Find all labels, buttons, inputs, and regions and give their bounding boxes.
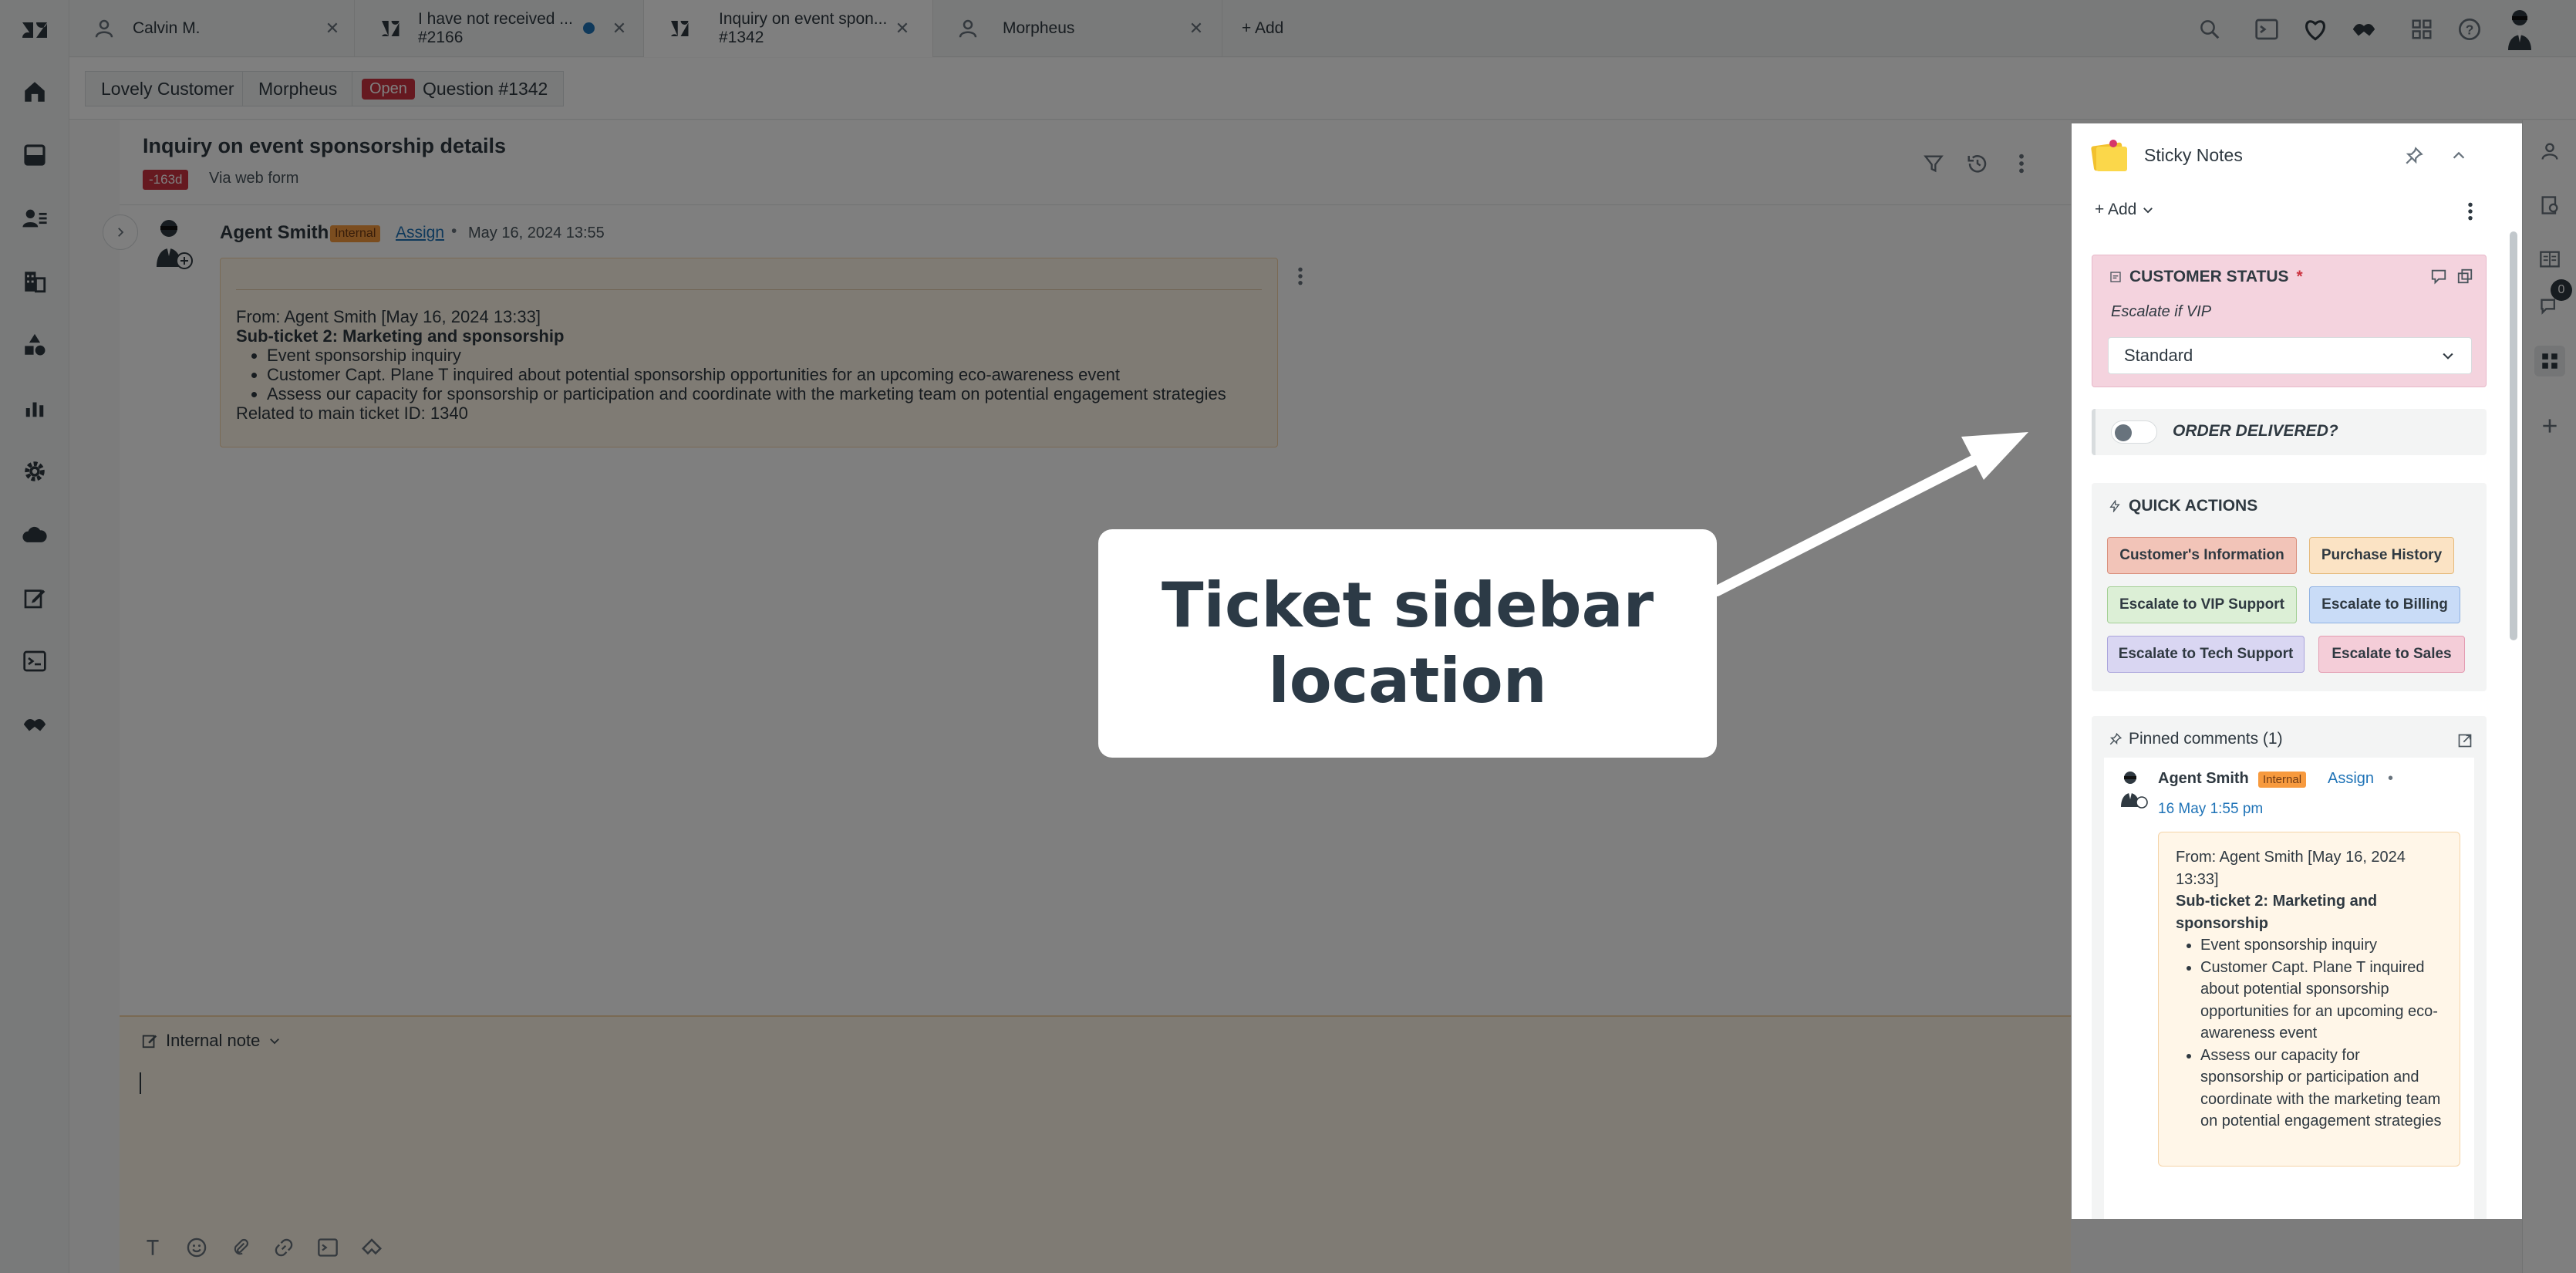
quick-actions-heading: QUICK ACTIONS (2109, 497, 2257, 515)
customer-status-select[interactable]: Standard (2108, 337, 2472, 374)
pinned-comment: Agent Smith Internal Assign • 16 May 1:5… (2104, 758, 2474, 1219)
escalate-billing-button[interactable]: Escalate to Billing (2309, 586, 2460, 623)
callout-text: Ticket sidebar location (1161, 569, 1654, 717)
comment-icon[interactable] (2430, 268, 2447, 285)
order-delivered-toggle[interactable] (2111, 420, 2157, 444)
list-item: Event sponsorship inquiry (2200, 934, 2443, 957)
list-item: Customer Capt. Plane T inquired about po… (2200, 957, 2443, 1045)
chevron-down-icon (2143, 208, 2153, 214)
escalate-sales-button[interactable]: Escalate to Sales (2318, 636, 2465, 673)
more-options-icon[interactable] (2459, 198, 2482, 225)
add-note-button[interactable]: + Add (2095, 201, 2155, 219)
order-delivered-card: ORDER DELIVERED? (2092, 409, 2487, 455)
separator: • (2388, 770, 2394, 787)
bolt-icon (2109, 500, 2120, 512)
open-external-icon[interactable] (2454, 730, 2476, 751)
comment-author[interactable]: Agent Smith (2158, 770, 2249, 788)
comment-subject: Sub-ticket 2: Marketing and sponsorship (2176, 893, 2378, 932)
internal-badge: Internal (2258, 772, 2307, 788)
pinned-comment-body: From: Agent Smith [May 16, 2024 13:33] S… (2158, 832, 2460, 1167)
copy-icon[interactable] (2456, 268, 2473, 285)
pin-icon (2109, 732, 2123, 745)
pin-icon[interactable] (2400, 142, 2428, 170)
chevron-down-icon (2443, 353, 2453, 360)
customer-status-card: CUSTOMER STATUS * Escalate if VIP Standa… (2092, 255, 2487, 387)
quick-actions-card: QUICK ACTIONS Customer's Information Pur… (2092, 483, 2487, 691)
toggle-knob (2115, 424, 2132, 441)
purchase-history-button[interactable]: Purchase History (2309, 537, 2454, 574)
list-item: Assess our capacity for sponsorship or p… (2200, 1045, 2443, 1133)
customer-status-hint: Escalate if VIP (2111, 303, 2212, 320)
escalate-tech-support-button[interactable]: Escalate to Tech Support (2107, 636, 2305, 673)
app-title: Sticky Notes (2144, 145, 2243, 165)
scrollbar[interactable] (2510, 231, 2517, 640)
comment-timestamp[interactable]: 16 May 1:55 pm (2158, 801, 2263, 818)
card-tools (2430, 268, 2473, 285)
pinned-comments-heading: Pinned comments (1) (2109, 730, 2283, 748)
customers-information-button[interactable]: Customer's Information (2107, 537, 2297, 574)
selected-value: Standard (2124, 346, 2193, 365)
collapse-chevron-up-icon[interactable] (2445, 142, 2473, 170)
comment-from-line: From: Agent Smith [May 16, 2024 13:33] (2176, 849, 2406, 888)
assign-link[interactable]: Assign (2328, 770, 2374, 788)
escalate-vip-button[interactable]: Escalate to VIP Support (2107, 586, 2297, 623)
comment-bullet-list: Event sponsorship inquiry Customer Capt.… (2200, 934, 2443, 1133)
sticky-notes-logo (2090, 137, 2129, 173)
note-icon (2110, 272, 2121, 282)
customer-status-heading: CUSTOMER STATUS * (2109, 268, 2303, 286)
pinned-comments-card: Pinned comments (1) Agent Smith Internal… (2092, 716, 2487, 1219)
callout-box: Ticket sidebar location (1098, 529, 1717, 758)
avatar (2116, 768, 2149, 810)
sticky-notes-app: Sticky Notes + Add CUSTOMER STATUS * Esc… (2072, 123, 2522, 1219)
required-mark: * (2296, 268, 2303, 285)
order-delivered-label: ORDER DELIVERED? (2173, 422, 2338, 440)
